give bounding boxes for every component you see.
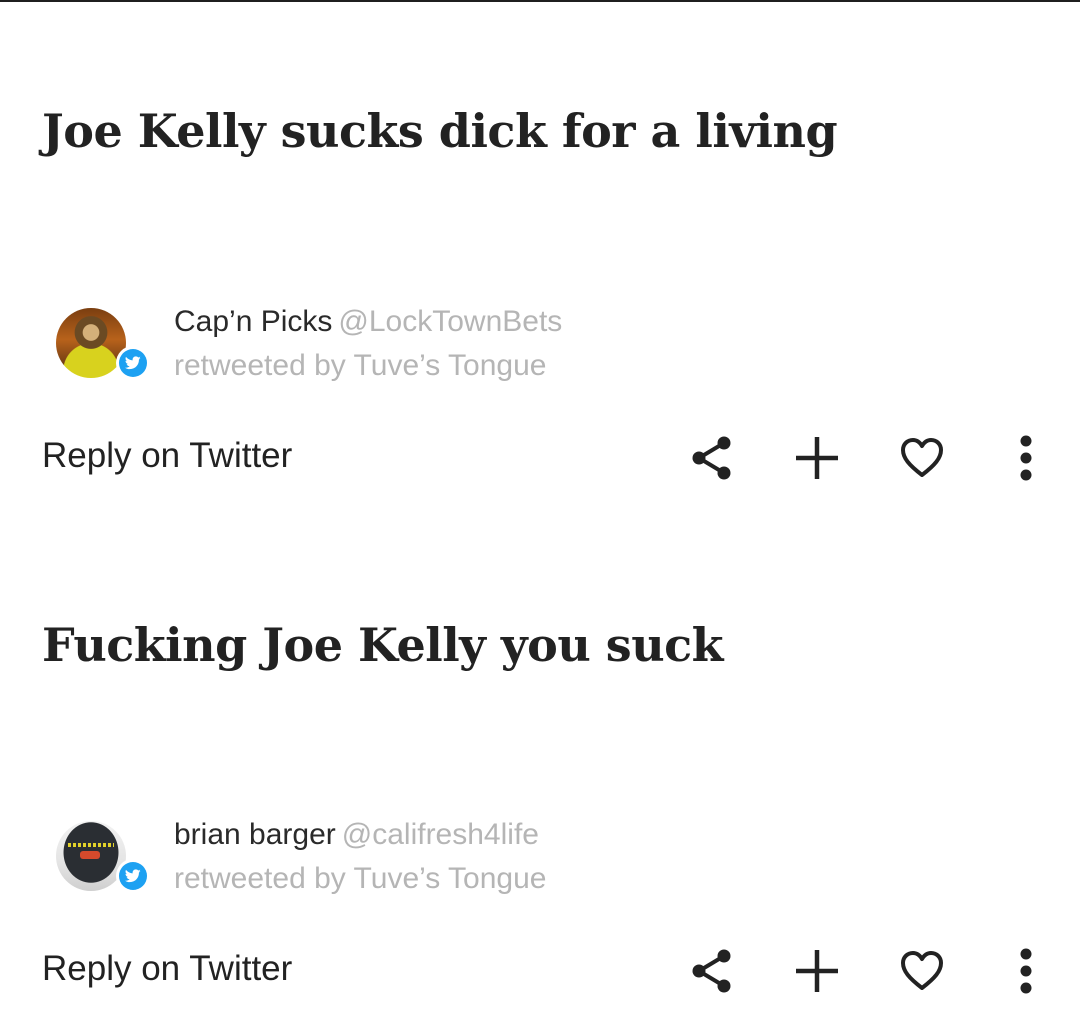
add-button[interactable] [789, 943, 845, 999]
headline[interactable]: Fucking Joe Kelly you suck [42, 618, 724, 672]
share-icon [692, 436, 731, 480]
reply-on-twitter-link[interactable]: Reply on Twitter [42, 436, 292, 476]
more-vertical-icon [1020, 435, 1032, 481]
author-name[interactable]: Cap’n Picks [174, 305, 332, 338]
twitter-bird-icon [125, 356, 141, 370]
author-info: brian barger @califresh4life retweeted by… [174, 813, 546, 901]
reply-on-twitter-link[interactable]: Reply on Twitter [42, 949, 292, 989]
plus-icon [796, 950, 838, 992]
share-icon [692, 949, 731, 993]
retweet-info: retweeted by Tuve’s Tongue [174, 862, 547, 895]
top-divider [0, 0, 1080, 2]
retweet-info: retweeted by Tuve’s Tongue [174, 349, 547, 382]
twitter-badge [116, 346, 150, 380]
author-handle[interactable]: @califresh4life [342, 818, 539, 851]
avatar[interactable] [56, 308, 126, 378]
more-options-button[interactable] [998, 943, 1054, 999]
more-options-button[interactable] [998, 430, 1054, 486]
like-button[interactable] [894, 430, 950, 486]
avatar[interactable] [56, 821, 126, 891]
author-name[interactable]: brian barger [174, 818, 336, 851]
share-button[interactable] [684, 430, 740, 486]
like-button[interactable] [894, 943, 950, 999]
more-vertical-icon [1020, 948, 1032, 994]
headline[interactable]: Joe Kelly sucks dick for a living [42, 104, 838, 158]
heart-icon [901, 438, 943, 477]
plus-icon [796, 437, 838, 479]
twitter-badge [116, 859, 150, 893]
author-handle[interactable]: @LockTownBets [338, 305, 562, 338]
add-button[interactable] [789, 430, 845, 486]
twitter-bird-icon [125, 869, 141, 883]
share-button[interactable] [684, 943, 740, 999]
action-row: Reply on Twitter [0, 943, 1080, 1003]
action-row: Reply on Twitter [0, 430, 1080, 490]
author-info: Cap’n Picks @LockTownBets retweeted by Tu… [174, 300, 562, 388]
heart-icon [901, 951, 943, 990]
